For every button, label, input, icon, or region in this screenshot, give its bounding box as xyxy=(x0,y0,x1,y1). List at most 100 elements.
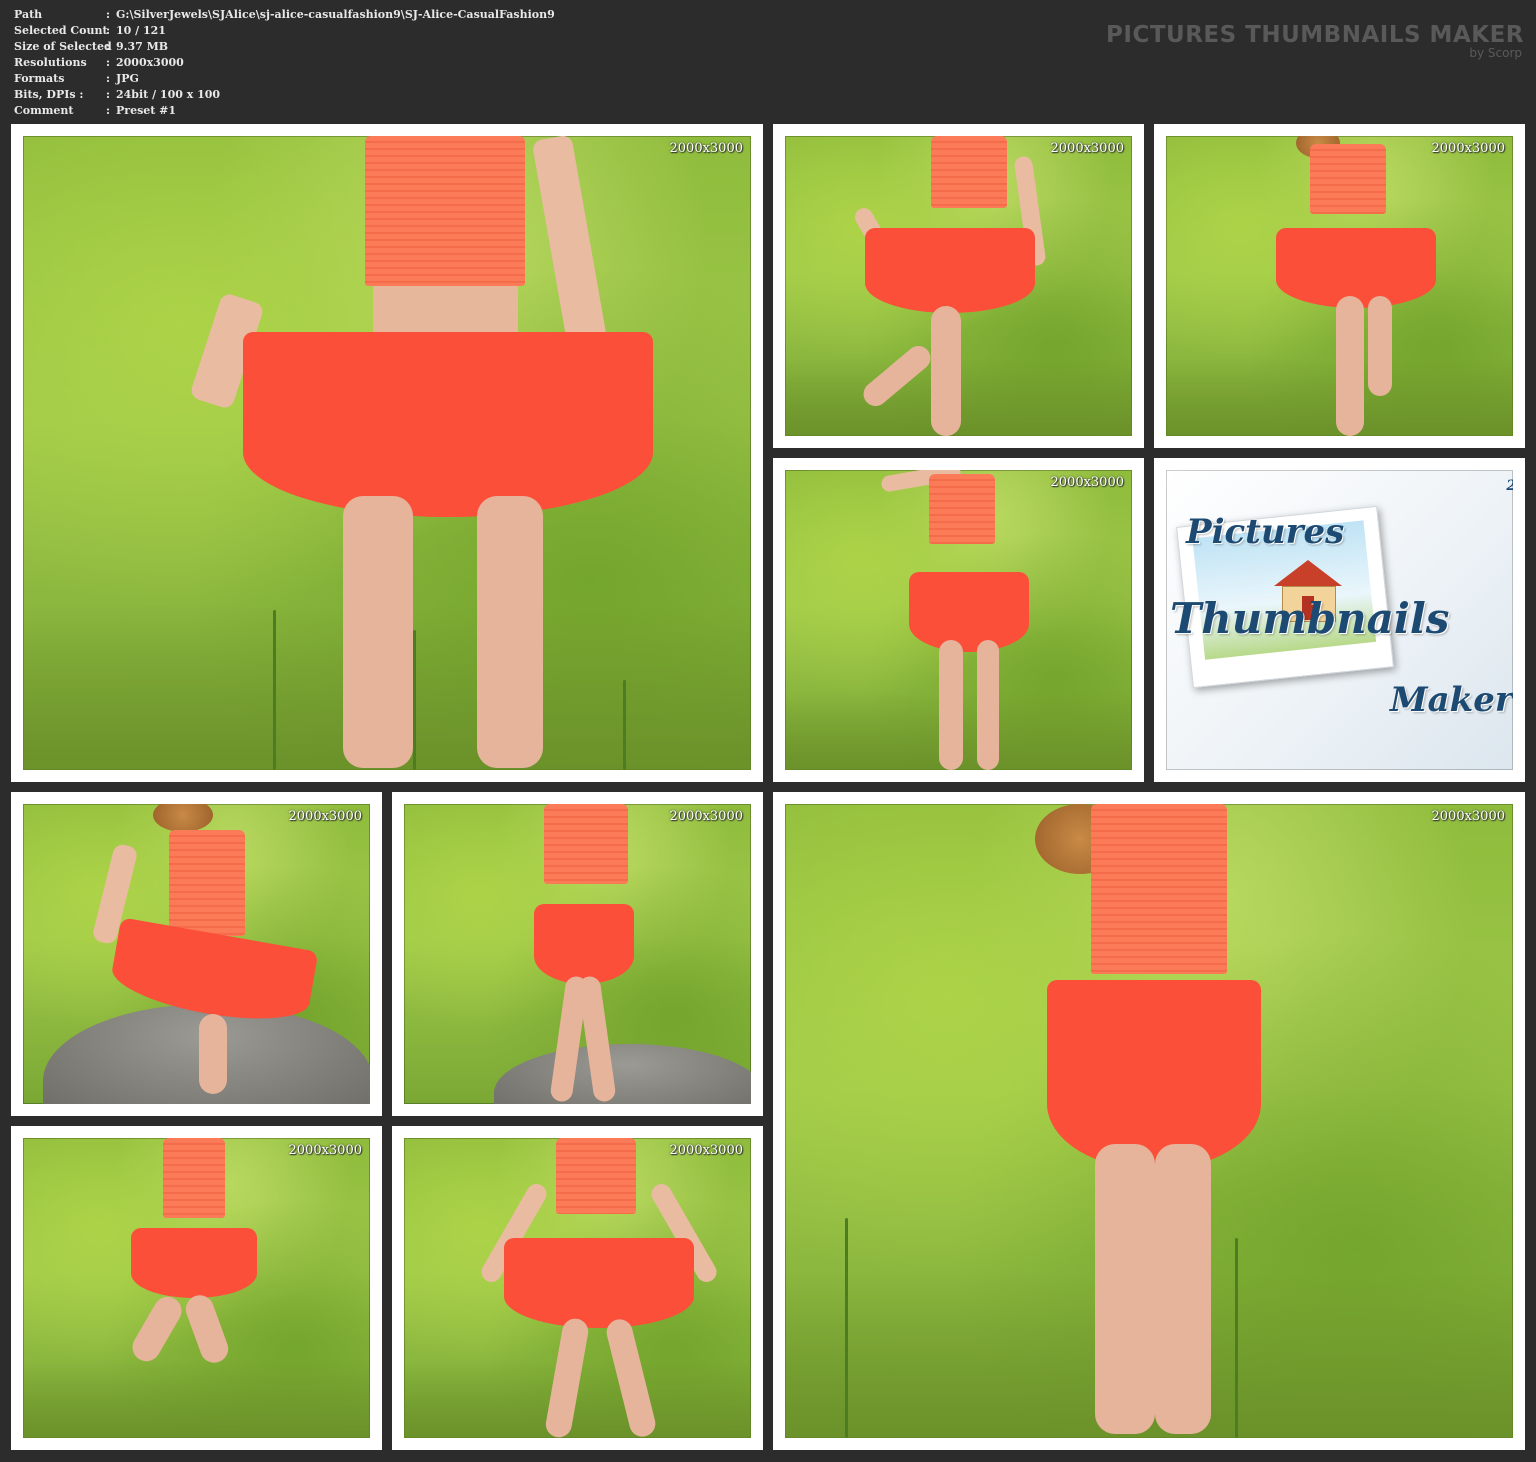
midriff xyxy=(373,286,518,336)
leg xyxy=(343,496,413,768)
leg xyxy=(477,496,543,768)
top-garment xyxy=(169,830,245,936)
thumbnail-6[interactable]: 2000x3000 xyxy=(392,792,763,1116)
model-figure xyxy=(524,804,674,1104)
info-value: JPG xyxy=(116,72,139,85)
resolution-label: 2000x3000 xyxy=(669,1143,744,1158)
info-separator: : xyxy=(106,8,111,21)
info-value: 10 / 121 xyxy=(116,24,166,37)
top-garment xyxy=(931,136,1007,208)
logo-background: Pictures Thumbnails Maker 2. xyxy=(1166,470,1513,770)
info-separator: : xyxy=(106,24,111,37)
resolution-label: 2000x3000 xyxy=(1050,141,1125,156)
top-garment xyxy=(929,474,995,544)
resolution-label: 2000x3000 xyxy=(288,1143,363,1158)
info-label: Selected Count xyxy=(14,24,108,37)
thumbnail-photo: 2000x3000 xyxy=(404,1138,751,1438)
resolution-label: 2000x3000 xyxy=(669,809,744,824)
thumbnail-photo: 2000x3000 xyxy=(1166,136,1513,436)
leg xyxy=(1368,296,1392,396)
house-icon xyxy=(1274,560,1342,586)
model-figure xyxy=(1035,804,1335,1436)
leg xyxy=(1336,296,1364,436)
model-figure xyxy=(880,470,1075,770)
skirt xyxy=(909,572,1029,652)
skirt xyxy=(243,332,653,517)
model-figure xyxy=(1256,136,1456,436)
model-figure xyxy=(91,804,323,1104)
leg xyxy=(577,975,617,1103)
info-label: Resolutions xyxy=(14,56,87,69)
model-figure xyxy=(123,1138,263,1438)
logo-text-pictures: Pictures xyxy=(1186,512,1345,552)
top-garment xyxy=(544,804,628,884)
top-garment xyxy=(1091,804,1227,974)
top-garment xyxy=(556,1138,636,1214)
logo-version: 2. xyxy=(1506,478,1513,494)
model-figure xyxy=(845,136,1065,436)
model-figure xyxy=(189,136,673,768)
info-value: 9.37 MB xyxy=(116,40,169,53)
hair xyxy=(153,804,213,832)
thumbnail-4[interactable]: 2000x3000 xyxy=(773,458,1144,782)
info-value: 24bit / 100 x 100 xyxy=(116,88,221,101)
resolution-label: 2000x3000 xyxy=(669,141,744,156)
brand-subtitle: by Scorp xyxy=(1469,46,1522,60)
model-figure xyxy=(477,1138,721,1438)
thumbnail-1[interactable]: 2000x3000 xyxy=(11,124,763,782)
leg xyxy=(1155,1144,1211,1434)
leg xyxy=(127,1291,187,1367)
logo-tile[interactable]: Pictures Thumbnails Maker 2. xyxy=(1154,458,1525,782)
thumbnail-8[interactable]: 2000x3000 xyxy=(11,1126,382,1450)
resolution-label: 2000x3000 xyxy=(1431,141,1506,156)
thumbnail-photo: 2000x3000 xyxy=(23,804,370,1104)
info-label: Size of Selected xyxy=(14,40,112,53)
info-label: Formats xyxy=(14,72,65,85)
thumbnail-photo: 2000x3000 xyxy=(23,1138,370,1438)
skirt xyxy=(1047,980,1261,1170)
top-garment xyxy=(163,1138,225,1218)
brand-title: PICTURES THUMBNAILS MAKER xyxy=(1106,22,1524,48)
skirt xyxy=(504,1238,694,1328)
thumbnail-photo: 2000x3000 xyxy=(23,136,751,770)
info-label: Path xyxy=(14,8,43,21)
leg xyxy=(543,1316,591,1438)
grass-stem xyxy=(413,630,416,770)
skirt xyxy=(534,904,634,984)
leg xyxy=(939,640,963,770)
thumbnail-photo: 2000x3000 xyxy=(785,136,1132,436)
leg xyxy=(199,1014,227,1094)
info-value: Preset #1 xyxy=(116,104,177,117)
leg xyxy=(181,1291,233,1367)
thumbnail-9[interactable]: 2000x3000 xyxy=(392,1126,763,1450)
info-separator: : xyxy=(106,104,111,117)
thumbnail-2[interactable]: 2000x3000 xyxy=(773,124,1144,448)
leg xyxy=(931,306,961,436)
leg xyxy=(858,341,936,411)
thumbnail-photo: 2000x3000 xyxy=(404,804,751,1104)
info-separator: : xyxy=(106,72,111,85)
top-garment xyxy=(365,136,525,286)
skirt xyxy=(1276,228,1436,308)
info-label: Comment xyxy=(14,104,74,117)
grass-stem xyxy=(273,610,276,770)
skirt xyxy=(865,228,1035,313)
resolution-label: 2000x3000 xyxy=(1050,475,1125,490)
info-separator: : xyxy=(106,56,111,69)
leg xyxy=(1095,1144,1155,1434)
thumbnail-5[interactable]: 2000x3000 xyxy=(11,792,382,1116)
info-value: 2000x3000 xyxy=(116,56,184,69)
thumbnail-7[interactable]: 2000x3000 xyxy=(773,792,1525,1450)
info-separator: : xyxy=(106,40,111,53)
grass-stem xyxy=(845,1218,848,1438)
leg xyxy=(977,640,999,770)
info-value: G:\SilverJewels\SJAlice\sj-alice-casualf… xyxy=(116,8,555,21)
top-garment xyxy=(1310,144,1386,214)
resolution-label: 2000x3000 xyxy=(288,809,363,824)
logo-text-thumbnails: Thumbnails xyxy=(1170,594,1450,643)
skirt xyxy=(131,1228,257,1298)
thumbnail-3[interactable]: 2000x3000 xyxy=(1154,124,1525,448)
thumbnail-photo: 2000x3000 xyxy=(785,804,1513,1438)
leg xyxy=(603,1316,659,1438)
resolution-label: 2000x3000 xyxy=(1431,809,1506,824)
